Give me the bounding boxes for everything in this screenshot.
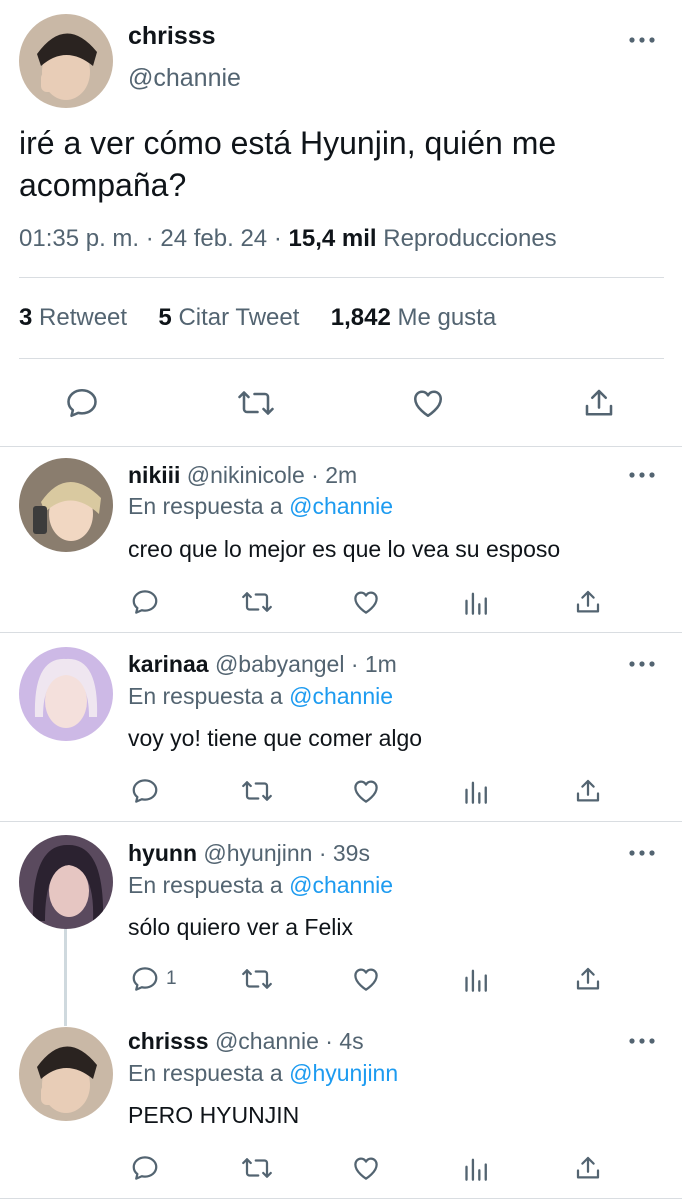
reply-to-link[interactable]: @channie [289,683,393,709]
reply-icon[interactable] [130,1153,160,1183]
retweet-icon[interactable] [240,776,274,806]
views-icon[interactable] [463,1155,491,1181]
reply-icon[interactable] [64,385,100,421]
reply-context: En respuesta a @channie [128,683,394,709]
reply-text: PERO HYUNJIN [128,1102,300,1128]
reply-header: hyunn @hyunjinn · 39s [128,840,370,867]
like-icon[interactable] [351,964,381,994]
avatar[interactable] [19,835,113,929]
like-icon[interactable] [351,587,381,617]
author-name[interactable]: chrisss [128,22,216,51]
reply-time[interactable]: · 39s [319,840,370,866]
reply-header: nikiii @nikinicole · 2m [128,462,357,489]
reply-count: 1 [166,968,177,989]
avatar[interactable] [19,458,113,552]
more-icon[interactable] [628,849,656,857]
avatar[interactable] [19,14,113,108]
author-name[interactable]: hyunn [128,840,197,866]
author-handle[interactable]: @hyunjinn [203,840,312,866]
divider [19,358,664,359]
reply-text: creo que lo mejor es que lo vea su espos… [128,536,561,562]
reply-context: En respuesta a @channie [128,493,394,519]
share-icon[interactable] [573,776,603,806]
retweet-icon[interactable] [240,587,274,617]
views-icon[interactable] [463,778,491,804]
avatar[interactable] [19,1027,113,1121]
author-handle[interactable]: @channie [215,1028,319,1054]
author-name[interactable]: chrisss [128,1028,209,1054]
reply-tweet[interactable]: karinaa @babyangel · 1m En respuesta a @… [0,633,682,821]
divider [19,277,664,278]
like-icon[interactable] [410,385,446,421]
tweet-meta: 01:35 p. m. · 24 feb. 24 · 15,4 mil Repr… [19,225,557,253]
reply-context: En respuesta a @channie [128,872,394,898]
share-icon[interactable] [573,1153,603,1183]
reply-tweet[interactable]: hyunn @hyunjinn · 39s En respuesta a @ch… [0,822,682,1018]
reply-time[interactable]: · 1m [351,651,397,677]
reply-tweet[interactable]: nikiii @nikinicole · 2m En respuesta a @… [0,447,682,632]
likes-stat[interactable]: 1,842 Me gusta [331,304,496,331]
share-icon[interactable] [573,964,603,994]
reply-context: En respuesta a @hyunjinn [128,1060,399,1086]
author-handle[interactable]: @babyangel [215,651,345,677]
reply-to-link[interactable]: @channie [289,872,393,898]
views-icon[interactable] [463,966,491,992]
author-handle[interactable]: @nikinicole [187,462,305,488]
reply-to-link[interactable]: @channie [289,493,393,519]
retweet-icon[interactable] [240,964,274,994]
views-label: Reproducciones [383,225,557,252]
more-icon[interactable] [628,1037,656,1045]
views-count: 15,4 mil [288,225,377,252]
more-icon[interactable] [628,36,656,44]
reply-icon[interactable] [130,587,160,617]
reply-to-link[interactable]: @hyunjinn [289,1060,398,1086]
share-icon[interactable] [581,385,617,421]
like-icon[interactable] [351,1153,381,1183]
reply-header: karinaa @babyangel · 1m [128,651,397,678]
quotes-stat[interactable]: 5 Citar Tweet [158,304,299,331]
reply-icon[interactable] [130,964,160,994]
more-icon[interactable] [628,660,656,668]
reply-text: sólo quiero ver a Felix [128,914,353,940]
author-handle[interactable]: @channie [128,64,241,93]
reply-header: chrisss @channie · 4s [128,1028,364,1055]
tweet-stats: 3 Retweet 5 Citar Tweet 1,842 Me gusta [19,304,496,332]
divider [0,1198,682,1199]
reply-icon[interactable] [130,776,160,806]
share-icon[interactable] [573,587,603,617]
retweets-stat[interactable]: 3 Retweet [19,304,127,331]
reply-time[interactable]: · 2m [311,462,357,488]
more-icon[interactable] [628,471,656,479]
author-name[interactable]: nikiii [128,462,180,488]
like-icon[interactable] [351,776,381,806]
author-name[interactable]: karinaa [128,651,209,677]
reply-text: voy yo! tiene que comer algo [128,725,423,751]
avatar[interactable] [19,647,113,741]
retweet-icon[interactable] [236,385,276,421]
reply-time[interactable]: · 4s [325,1028,363,1054]
tweet-text: iré a ver cómo está Hyunjin, quién me ac… [19,125,557,203]
retweet-icon[interactable] [240,1153,274,1183]
views-icon[interactable] [463,589,491,615]
tweet-timestamp[interactable]: 01:35 p. m. · 24 feb. 24 · [19,225,282,252]
reply-tweet[interactable]: chrisss @channie · 4s En respuesta a @hy… [0,1018,682,1200]
